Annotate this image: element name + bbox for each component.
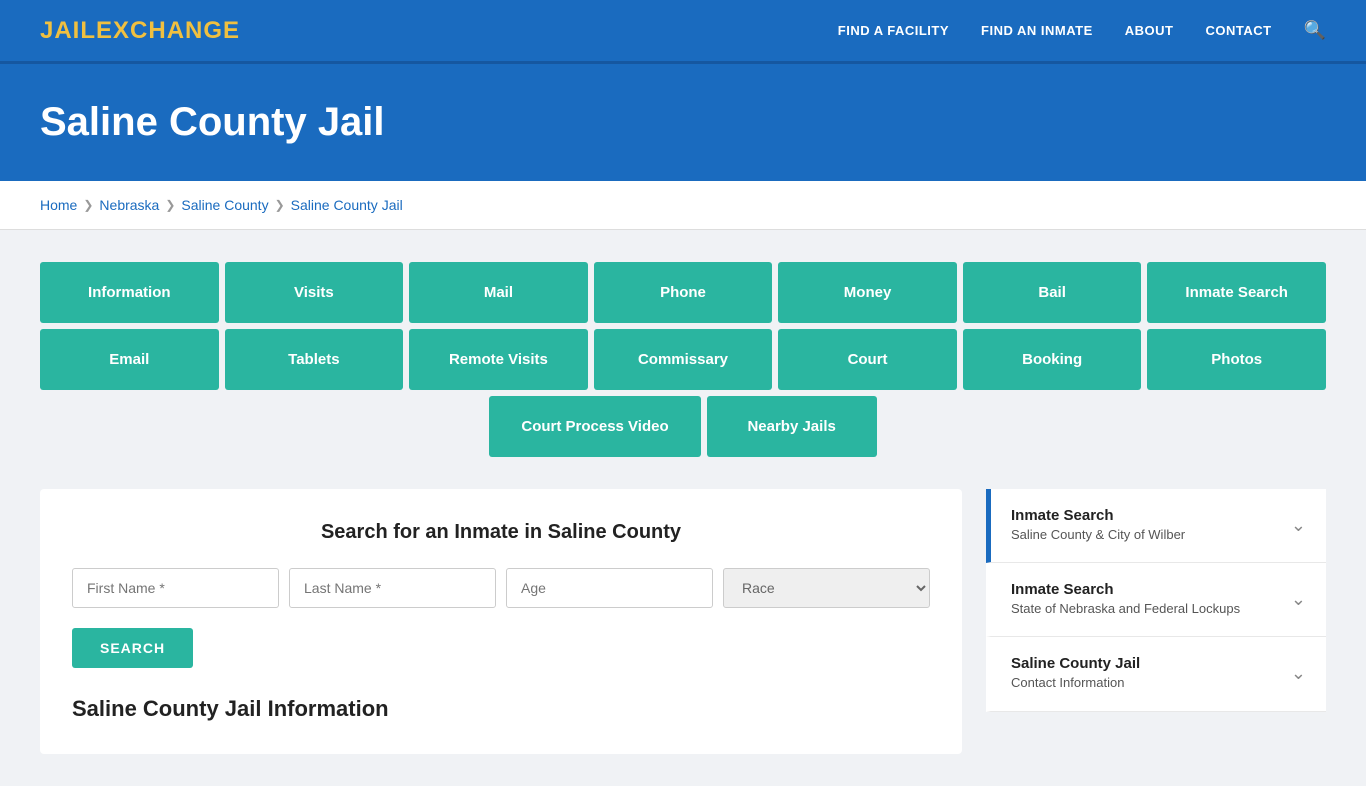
btn-information[interactable]: Information <box>40 262 219 323</box>
button-grid-row3: Court Process Video Nearby Jails <box>40 396 1326 457</box>
nav-find-facility[interactable]: FIND A FACILITY <box>838 22 949 40</box>
page-title: Saline County Jail <box>40 100 1326 145</box>
nav-find-facility-link[interactable]: FIND A FACILITY <box>838 23 949 38</box>
nav-links: FIND A FACILITY FIND AN INMATE ABOUT CON… <box>838 20 1326 41</box>
btn-booking[interactable]: Booking <box>963 329 1142 390</box>
nav-about-link[interactable]: ABOUT <box>1125 23 1174 38</box>
btn-money[interactable]: Money <box>778 262 957 323</box>
btn-inmate-search[interactable]: Inmate Search <box>1147 262 1326 323</box>
btn-photos[interactable]: Photos <box>1147 329 1326 390</box>
sidebar-item-contact-text: Saline County Jail Contact Information <box>1011 655 1140 692</box>
btn-nearby-jails[interactable]: Nearby Jails <box>707 396 877 457</box>
navbar: JAILEXCHANGE FIND A FACILITY FIND AN INM… <box>0 0 1366 64</box>
sidebar-item-nebraska-title: Inmate Search <box>1011 581 1240 598</box>
nav-find-inmate-link[interactable]: FIND AN INMATE <box>981 23 1093 38</box>
btn-phone[interactable]: Phone <box>594 262 773 323</box>
sidebar-item-nebraska-text: Inmate Search State of Nebraska and Fede… <box>1011 581 1240 618</box>
breadcrumb-sep-2: ❯ <box>165 198 175 212</box>
btn-mail[interactable]: Mail <box>409 262 588 323</box>
btn-remote-visits[interactable]: Remote Visits <box>409 329 588 390</box>
search-title: Search for an Inmate in Saline County <box>72 521 930 544</box>
first-name-input[interactable] <box>72 568 279 608</box>
last-name-input[interactable] <box>289 568 496 608</box>
breadcrumb-bar: Home ❯ Nebraska ❯ Saline County ❯ Saline… <box>0 181 1366 230</box>
button-grid-row2: Email Tablets Remote Visits Commissary C… <box>40 329 1326 390</box>
search-inputs: Race White Black Hispanic Asian Other <box>72 568 930 608</box>
btn-visits[interactable]: Visits <box>225 262 404 323</box>
btn-bail[interactable]: Bail <box>963 262 1142 323</box>
btn-court-process-video[interactable]: Court Process Video <box>489 396 700 457</box>
sidebar-item-saline-text: Inmate Search Saline County & City of Wi… <box>1011 507 1185 544</box>
search-card: Search for an Inmate in Saline County Ra… <box>40 489 962 754</box>
nav-contact[interactable]: CONTACT <box>1205 22 1271 40</box>
two-col-layout: Search for an Inmate in Saline County Ra… <box>40 489 1326 754</box>
race-select[interactable]: Race White Black Hispanic Asian Other <box>723 568 930 608</box>
breadcrumb-current: Saline County Jail <box>291 197 403 213</box>
logo[interactable]: JAILEXCHANGE <box>40 17 240 45</box>
chevron-down-icon-3: ⌄ <box>1291 663 1306 684</box>
nav-contact-link[interactable]: CONTACT <box>1205 23 1271 38</box>
sidebar-item-contact-title: Saline County Jail <box>1011 655 1140 672</box>
breadcrumb-saline-county[interactable]: Saline County <box>181 197 268 213</box>
chevron-down-icon: ⌄ <box>1291 515 1306 536</box>
sidebar-item-inmate-search-nebraska[interactable]: Inmate Search State of Nebraska and Fede… <box>986 563 1326 637</box>
sidebar: Inmate Search Saline County & City of Wi… <box>986 489 1326 712</box>
btn-court[interactable]: Court <box>778 329 957 390</box>
breadcrumb-home[interactable]: Home <box>40 197 77 213</box>
sidebar-item-saline-subtitle: Saline County & City of Wilber <box>1011 526 1185 544</box>
sidebar-item-nebraska-subtitle: State of Nebraska and Federal Lockups <box>1011 600 1240 618</box>
sidebar-item-contact-info[interactable]: Saline County Jail Contact Information ⌄ <box>986 637 1326 711</box>
breadcrumb-nebraska[interactable]: Nebraska <box>99 197 159 213</box>
logo-highlight: E <box>96 17 113 44</box>
hero-banner: Saline County Jail <box>0 64 1366 181</box>
breadcrumb-sep-3: ❯ <box>275 198 285 212</box>
search-button[interactable]: SEARCH <box>72 628 193 668</box>
btn-email[interactable]: Email <box>40 329 219 390</box>
btn-tablets[interactable]: Tablets <box>225 329 404 390</box>
nav-search-icon[interactable]: 🔍 <box>1304 20 1326 41</box>
section-heading: Saline County Jail Information <box>72 696 930 722</box>
nav-about[interactable]: ABOUT <box>1125 22 1174 40</box>
breadcrumb-sep-1: ❯ <box>83 198 93 212</box>
sidebar-item-contact-subtitle: Contact Information <box>1011 674 1140 692</box>
button-grid-row1: Information Visits Mail Phone Money Bail… <box>40 262 1326 323</box>
sidebar-item-inmate-search-saline[interactable]: Inmate Search Saline County & City of Wi… <box>986 489 1326 563</box>
sidebar-item-saline-title: Inmate Search <box>1011 507 1185 524</box>
logo-part3: XCHANGE <box>113 17 240 44</box>
nav-find-inmate[interactable]: FIND AN INMATE <box>981 22 1093 40</box>
breadcrumb: Home ❯ Nebraska ❯ Saline County ❯ Saline… <box>40 197 1326 213</box>
btn-commissary[interactable]: Commissary <box>594 329 773 390</box>
chevron-down-icon-2: ⌄ <box>1291 589 1306 610</box>
logo-part1: JAIL <box>40 17 96 44</box>
main-content: Information Visits Mail Phone Money Bail… <box>0 230 1366 786</box>
age-input[interactable] <box>506 568 713 608</box>
